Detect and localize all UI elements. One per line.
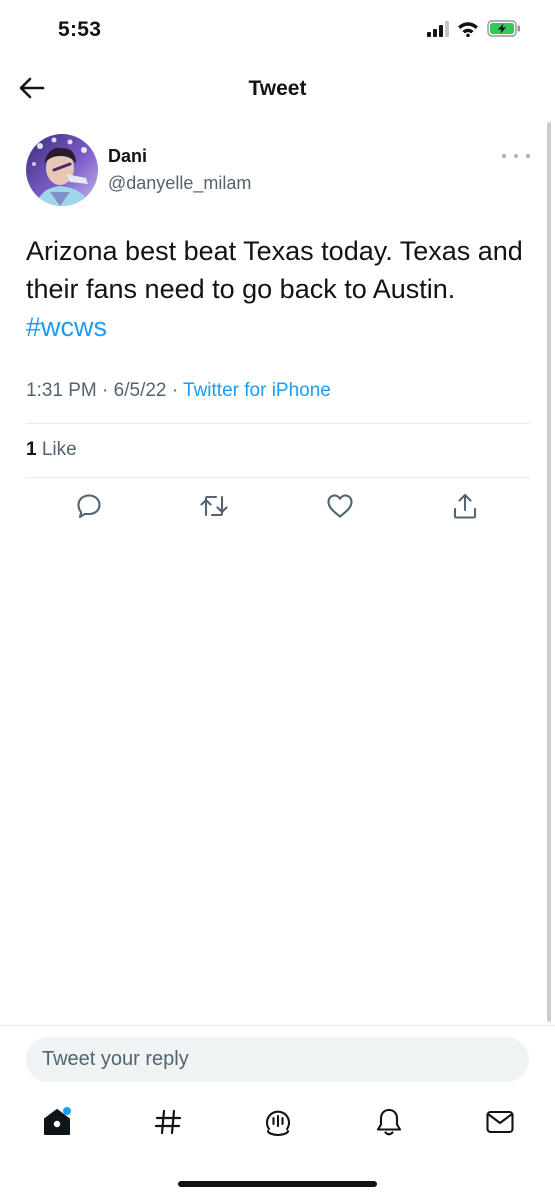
status-time: 5:53	[58, 18, 102, 41]
status-icons	[427, 20, 521, 42]
share-button[interactable]	[445, 488, 485, 528]
retweet-button[interactable]	[194, 488, 234, 528]
reply-button[interactable]	[69, 488, 109, 528]
author-handle[interactable]: @danyelle_milam	[108, 173, 251, 194]
avatar[interactable]	[26, 134, 98, 206]
like-count-value: 1	[26, 439, 37, 460]
tweet-detail-screen: 5:53 Tweet Dani @danyelle_milam Arizona …	[0, 0, 555, 1200]
more-dot-icon	[502, 154, 506, 158]
reply-icon	[76, 493, 102, 524]
share-icon	[452, 492, 478, 525]
tweet-time: 1:31 PM	[26, 380, 97, 401]
tweet-source-link[interactable]: Twitter for iPhone	[183, 380, 331, 401]
explore-hashtag-icon	[154, 1108, 182, 1141]
battery-charging-icon	[487, 20, 521, 42]
tab-explore[interactable]	[148, 1104, 188, 1144]
author-name[interactable]: Dani	[108, 146, 147, 167]
tab-notifications[interactable]	[369, 1104, 409, 1144]
scrollbar[interactable]	[547, 122, 551, 1022]
divider	[26, 477, 530, 478]
cellular-signal-icon	[427, 20, 449, 42]
like-count-label: Like	[41, 439, 77, 460]
home-indicator	[178, 1181, 377, 1187]
tweet-body: Arizona best beat Texas today. Texas and…	[26, 236, 523, 304]
tweet-author: Dani @danyelle_milam	[26, 134, 530, 206]
status-bar: 5:53	[0, 0, 555, 62]
meta-separator: ·	[102, 380, 114, 401]
page-title: Tweet	[248, 77, 307, 100]
notification-dot	[63, 1107, 71, 1115]
tab-home[interactable]	[37, 1104, 77, 1144]
meta-separator: ·	[171, 380, 184, 401]
top-navigation: Tweet	[0, 62, 555, 118]
tweet-action-bar	[26, 488, 530, 528]
more-dot-icon	[526, 154, 530, 158]
bottom-tab-bar	[0, 1100, 555, 1150]
reply-input[interactable]	[42, 1037, 512, 1082]
more-dot-icon	[514, 154, 518, 158]
heart-icon	[326, 493, 354, 524]
tweet-text: Arizona best beat Texas today. Texas and…	[26, 232, 530, 346]
notifications-bell-icon	[375, 1107, 403, 1142]
hashtag-link[interactable]: #wcws	[26, 312, 107, 342]
tab-messages[interactable]	[480, 1104, 520, 1144]
spaces-icon	[263, 1107, 293, 1142]
messages-envelope-icon	[485, 1109, 515, 1140]
likes-count[interactable]: 1 Like	[26, 439, 77, 461]
tab-spaces[interactable]	[258, 1104, 298, 1144]
divider	[26, 423, 530, 424]
tweet-date: 6/5/22	[113, 380, 167, 401]
divider	[0, 1025, 555, 1026]
reply-box[interactable]	[26, 1037, 529, 1082]
tweet-meta: 1:31 PM · 6/5/22 · Twitter for iPhone	[26, 380, 331, 402]
retweet-icon	[199, 493, 229, 524]
like-button[interactable]	[320, 488, 360, 528]
wifi-icon	[457, 21, 479, 42]
more-options-button[interactable]	[502, 148, 530, 164]
